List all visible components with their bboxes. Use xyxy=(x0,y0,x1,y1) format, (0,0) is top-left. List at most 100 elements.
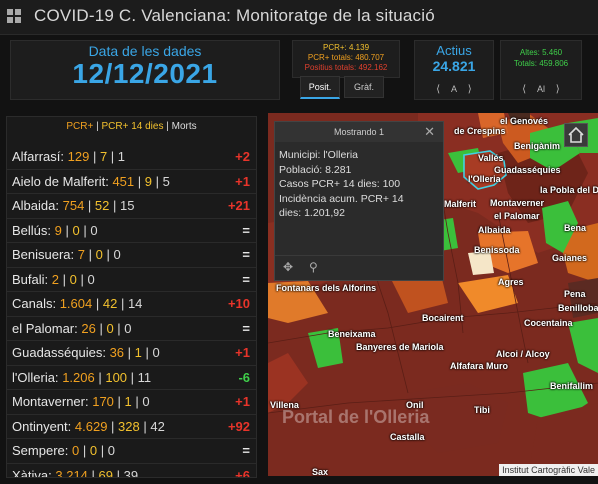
row-text: Ontinyent: 4.629 | 328 | 42 xyxy=(12,418,165,434)
list-item[interactable]: Sempere: 0 | 0 | 0 = xyxy=(7,439,256,464)
popup-incidencia-value: dies: 1.201,92 xyxy=(279,207,345,219)
map-attribution: Institut Cartogràfic Vale xyxy=(499,464,598,476)
municipality-name: Bufali: xyxy=(12,271,49,287)
map-label: Tibi xyxy=(474,405,490,415)
delta-value: +10 xyxy=(227,296,250,311)
altes-totals-line: Totals: 459.806 xyxy=(513,59,569,68)
municipality-name: Bellús: xyxy=(12,222,52,238)
delta-value: = xyxy=(242,247,250,262)
row-text: Xàtiva: 3.214 | 69 | 39 xyxy=(12,464,138,478)
municipality-name: Xàtiva: xyxy=(12,467,52,478)
map-label: Beneixama xyxy=(328,329,376,339)
municipality-name: Aielo de Malferit: xyxy=(12,173,109,189)
morts-value: 0 xyxy=(124,320,132,336)
pcr14-value: 0 xyxy=(69,271,77,287)
pcr14-value: 42 xyxy=(102,296,118,311)
list-item[interactable]: Aielo de Malferit: 451 | 9 | 5 +1 xyxy=(7,170,256,194)
list-item[interactable]: Bufali: 2 | 0 | 0 = xyxy=(7,268,256,292)
popup-title: Mostrando 1 xyxy=(333,127,385,137)
municipality-name: Alfarrasí: xyxy=(12,149,65,164)
delta-value: +1 xyxy=(235,345,250,360)
map-label: Pena xyxy=(564,289,586,299)
list-item[interactable]: el Palomar: 26 | 0 | 0 = xyxy=(7,317,256,341)
close-icon[interactable]: ✕ xyxy=(424,122,435,142)
map-label: Gaianes xyxy=(552,253,588,263)
list-item[interactable]: Benisuera: 7 | 0 | 0 = xyxy=(7,243,256,268)
pcr-totals-line: PCR+ totals: 480.707 xyxy=(307,53,385,62)
list-item[interactable]: Ontinyent: 4.629 | 328 | 42 +92 xyxy=(7,415,256,439)
pcr-value: 170 xyxy=(92,394,114,409)
home-button[interactable] xyxy=(564,123,588,147)
pcr-value: 1.604 xyxy=(59,296,93,311)
list-item[interactable]: Albaida: 754 | 52 | 15 +21 xyxy=(7,194,256,219)
prev-icon[interactable]: ⟨ xyxy=(436,84,440,95)
watermark: Portal de l'Olleria xyxy=(282,407,430,427)
morts-value: 0 xyxy=(113,247,121,262)
map-label: Benilloba xyxy=(558,303,598,313)
map-view[interactable]: el Genovés de Crespins Benigànim Vallés … xyxy=(268,113,598,476)
map-label: Benigànim xyxy=(514,141,561,151)
map-popup: Mostrando 1 ✕ Municipi: l'Olleria Poblac… xyxy=(274,121,444,281)
list-item[interactable]: Xàtiva: 3.214 | 69 | 39 +6 xyxy=(7,464,256,478)
tab-grafic[interactable]: Gràf. xyxy=(344,76,384,98)
actius-label: Actius xyxy=(436,43,472,58)
altes-indicator: Altes: 5.460 Totals: 459.806 ⟨ Al ⟩ xyxy=(500,40,582,100)
delta-value: -6 xyxy=(238,369,250,385)
zoom-to-icon[interactable]: ⚲ xyxy=(309,260,318,274)
municipality-name: Albaida: xyxy=(12,198,59,213)
delta-value: +6 xyxy=(235,467,250,478)
date-indicator: Data de les dades 12/12/2021 xyxy=(10,40,280,100)
pcr14-value: 9 xyxy=(144,173,152,189)
map-label: la Pobla del D xyxy=(540,185,598,195)
legend-pcr14: PCR+ 14 dies xyxy=(101,121,164,132)
pan-icon[interactable]: ✥ xyxy=(283,260,293,274)
pcr-value: 7 xyxy=(77,247,86,262)
popup-body: Municipi: l'Olleria Població: 8.281 Caso… xyxy=(275,142,443,227)
pcr-value: 9 xyxy=(54,222,62,238)
municipality-name: Benisuera: xyxy=(12,247,75,262)
list-item[interactable]: Bellús: 9 | 0 | 0 = xyxy=(7,219,256,243)
list-item[interactable]: Alfarrasí: 129 | 7 | 1 +2 xyxy=(7,145,256,170)
next-icon[interactable]: ⟩ xyxy=(556,84,560,95)
pcr14-value: 52 xyxy=(94,198,110,213)
legend-pcr: PCR+ xyxy=(66,121,94,132)
morts-value: 14 xyxy=(127,296,143,311)
map-label: Montaverner xyxy=(490,198,545,208)
pcr-value: 3.214 xyxy=(55,467,88,478)
morts-value: 0 xyxy=(152,345,160,360)
pcr-value: 1.206 xyxy=(62,369,95,385)
morts-value: 0 xyxy=(87,271,95,287)
next-icon[interactable]: ⟩ xyxy=(468,84,472,95)
actius-indicator: Actius 24.821 ⟨ A ⟩ xyxy=(414,40,494,100)
pcr-indicator: PCR+: 4.139 PCR+ totals: 480.707 Positiu… xyxy=(292,40,400,78)
positius-totals-line: Positius totals: 492.162 xyxy=(304,63,388,72)
map-label: el Genovés xyxy=(500,116,549,126)
morts-value: 15 xyxy=(120,198,135,213)
pcr-line: PCR+: 4.139 xyxy=(322,43,370,52)
altes-line: Altes: 5.460 xyxy=(519,48,563,57)
tab-positius[interactable]: Posit. xyxy=(300,76,340,99)
morts-value: 0 xyxy=(90,222,98,238)
pcr14-value: 328 xyxy=(118,418,140,434)
popup-poblacio: Població: 8.281 xyxy=(279,163,352,176)
morts-value: 42 xyxy=(150,418,165,434)
pcr14-value: 1 xyxy=(134,345,142,360)
prev-icon[interactable]: ⟨ xyxy=(522,84,526,95)
pcr14-value: 0 xyxy=(72,222,80,238)
map-label: Fontanars dels Alforins xyxy=(276,283,377,293)
list-item[interactable]: Montaverner: 170 | 1 | 0 +1 xyxy=(7,390,256,415)
list-item[interactable]: Guadasséquies: 36 | 1 | 0 +1 xyxy=(7,341,256,366)
pcr-value: 754 xyxy=(62,198,85,213)
list-item[interactable]: Canals: 1.604 | 42 | 14 +10 xyxy=(7,292,256,317)
row-text: l'Olleria: 1.206 | 100 | 11 xyxy=(12,369,152,385)
altes-pager: ⟨ Al ⟩ xyxy=(501,84,581,95)
legend-morts: Morts xyxy=(171,121,197,132)
grid-app-icon[interactable] xyxy=(6,8,22,24)
map-label: el Palomar xyxy=(494,211,540,221)
pcr-value: 451 xyxy=(112,173,135,189)
municipality-name: Montaverner: xyxy=(12,394,89,409)
pcr14-value: 100 xyxy=(105,369,128,385)
list-item[interactable]: l'Olleria: 1.206 | 100 | 11 -6 xyxy=(7,366,256,390)
altes-pager-label: Al xyxy=(536,84,545,94)
row-text: Bellús: 9 | 0 | 0 xyxy=(12,222,98,238)
